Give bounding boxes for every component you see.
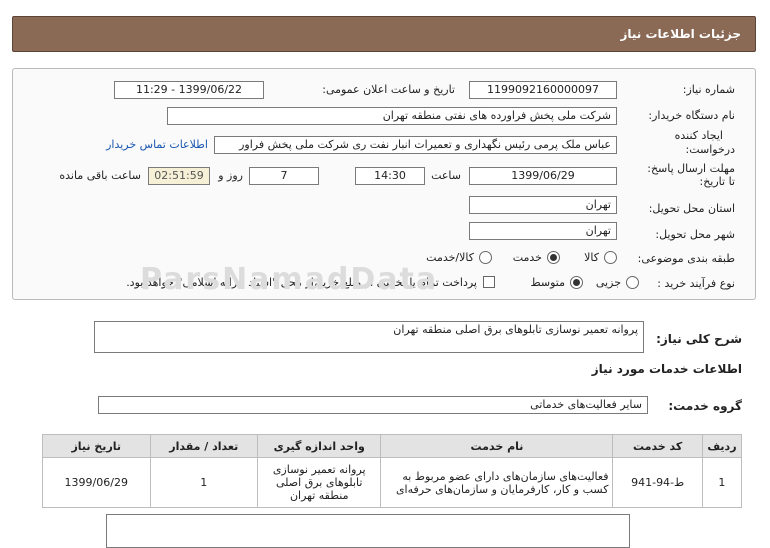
table-header-row: ردیف کد خدمت نام خدمت واحد اندازه گیری ت… <box>42 434 743 458</box>
need-number-field[interactable]: 1199092160000097 <box>469 81 617 99</box>
buyer-contact-link[interactable]: اطلاعات تماس خریدار <box>106 138 208 151</box>
announce-datetime-label: تاریخ و ساعت اعلان عمومی: <box>322 83 455 96</box>
category-service-radio[interactable] <box>547 251 560 264</box>
notes-field[interactable] <box>106 514 630 548</box>
creator-label-2: درخواست: <box>685 143 735 156</box>
cell-qty: 1 <box>149 457 258 508</box>
category-goods-radio[interactable] <box>604 251 617 264</box>
process-medium-label: متوسط <box>530 276 565 289</box>
city-label: شهر محل تحویل: <box>655 228 735 241</box>
creator-field[interactable]: عباس ملک پرمی رئیس نگهداری و تعمیرات انب… <box>214 136 617 154</box>
cell-code: ط-94-941 <box>612 457 703 508</box>
need-number-label: شماره نیاز: <box>682 83 735 96</box>
service-group-label: گروه خدمت: <box>668 399 742 413</box>
col-qty: تعداد / مقدار <box>149 434 258 458</box>
col-name: نام خدمت <box>380 434 614 458</box>
province-label: استان محل تحویل: <box>648 202 735 215</box>
buyer-field[interactable]: شرکت ملی پخش فراورده های نفتی منطقه تهرا… <box>167 107 617 125</box>
deadline-label-1: مهلت ارسال پاسخ: <box>647 162 735 175</box>
category-service-label: خدمت <box>512 251 542 264</box>
service-group-field[interactable]: سایر فعالیت‌های خدماتی <box>98 396 648 414</box>
treasury-payment-checkbox[interactable] <box>483 276 495 288</box>
process-minor-radio[interactable] <box>626 276 639 289</box>
services-table: ردیف کد خدمت نام خدمت واحد اندازه گیری ت… <box>42 434 743 508</box>
table-row[interactable]: 1 ط-94-941 فعالیت‌های سازمان‌های دارای ع… <box>42 457 743 508</box>
province-field[interactable]: تهران <box>469 196 617 214</box>
days-label: روز و <box>218 169 243 182</box>
deadline-time-label: ساعت <box>431 169 461 182</box>
category-goods-service-radio[interactable] <box>479 251 492 264</box>
watermark: ParsNamadData <box>140 262 439 297</box>
cell-unit: پروانه تعمیر نوسازی تابلوهای برق اصلی من… <box>256 457 382 508</box>
page-header: جزئیات اطلاعات نیاز <box>12 16 756 52</box>
deadline-time-field[interactable]: 14:30 <box>355 167 425 185</box>
process-minor-label: جزیی <box>595 276 621 289</box>
process-label: نوع فرآیند خرید : <box>657 277 735 290</box>
cell-index: 1 <box>701 457 743 508</box>
remaining-label: ساعت باقی مانده <box>59 169 141 182</box>
announce-datetime-field[interactable]: 1399/06/22 - 11:29 <box>114 81 264 99</box>
col-date: تاریخ نیاز <box>42 434 151 458</box>
col-code: کد خدمت <box>612 434 703 458</box>
days-remaining-field[interactable]: 7 <box>249 167 319 185</box>
city-field[interactable]: تهران <box>469 222 617 240</box>
process-medium-radio[interactable] <box>570 276 583 289</box>
countdown-timer: 02:51:59 <box>148 167 210 185</box>
category-label: طبقه بندی موضوعی: <box>637 252 735 265</box>
creator-label-1: ایجاد کننده <box>674 129 723 142</box>
category-goods-label: کالا <box>584 251 599 264</box>
deadline-date-field[interactable]: 1399/06/29 <box>469 167 617 185</box>
page: جزئیات اطلاعات نیاز شماره نیاز: 11990921… <box>0 0 770 548</box>
description-field[interactable]: پروانه تعمیر نوسازی تابلوهای برق اصلی من… <box>94 321 644 353</box>
deadline-label-2: تا تاریخ: <box>699 175 735 188</box>
cell-date: 1399/06/29 <box>42 457 151 508</box>
col-unit: واحد اندازه گیری <box>256 434 382 458</box>
description-label: شرح کلی نیاز: <box>656 332 742 346</box>
col-index: ردیف <box>701 434 743 458</box>
cell-name: فعالیت‌های سازمان‌های دارای عضو مربوط به… <box>380 457 614 508</box>
buyer-label: نام دستگاه خریدار: <box>648 109 735 122</box>
page-title: جزئیات اطلاعات نیاز <box>620 27 741 41</box>
services-section-title: اطلاعات خدمات مورد نیاز <box>591 362 742 376</box>
